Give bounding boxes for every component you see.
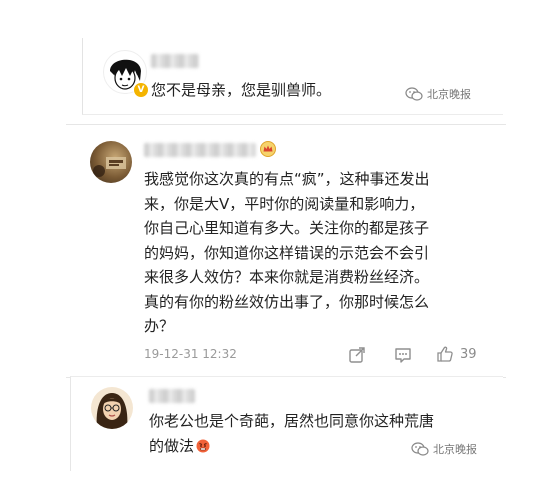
woman-portrait-icon xyxy=(96,393,128,429)
comment-icon[interactable] xyxy=(394,346,412,364)
comment-text-line: 的做法 xyxy=(149,436,195,455)
avatar-photo-icon xyxy=(93,157,126,177)
username-blurred xyxy=(144,143,256,157)
wechat-icon xyxy=(411,442,429,456)
watermark: 北京晚报 xyxy=(411,441,477,457)
comment-text: 您不是母亲，您是驯兽师。 xyxy=(151,81,332,99)
comment-text: 我感觉你这次真的有点“疯”，这种事还发出 来，你是大V，平时你的阅读量和影响力，… xyxy=(144,170,430,335)
watermark-text: 北京晚报 xyxy=(427,88,471,101)
share-icon[interactable] xyxy=(348,346,366,364)
username-blurred xyxy=(149,389,195,403)
woman-with-glasses-avatar[interactable] xyxy=(91,387,133,429)
comment-text: 你老公也是个奇葩，居然也同意你这种荒唐 的做法 xyxy=(149,409,434,460)
watermark: 北京晚报 xyxy=(405,86,471,102)
crown-badge-icon xyxy=(260,141,276,161)
comment-card-3: 你老公也是个奇葩，居然也同意你这种荒唐 的做法 北京晚报 xyxy=(70,376,503,471)
angry-face-emoji xyxy=(196,436,210,461)
timestamp: 19-12-31 12:32 xyxy=(144,347,237,361)
watermark-text: 北京晚报 xyxy=(433,443,477,456)
photo-avatar[interactable] xyxy=(90,141,132,183)
comment-card-1: V 您不是母亲，您是驯兽师。 北京晚报 xyxy=(82,38,503,115)
comment-card-2: 我感觉你这次真的有点“疯”，这种事还发出 来，你是大V，平时你的阅读量和影响力，… xyxy=(66,124,506,378)
wechat-icon xyxy=(405,87,423,101)
like-count: 39 xyxy=(460,347,477,362)
verified-v-badge-icon: V xyxy=(133,82,149,98)
username-blurred xyxy=(151,54,199,68)
like-icon[interactable] xyxy=(436,345,454,363)
timestamp-text: 19-12-31 12:32 xyxy=(144,347,237,361)
